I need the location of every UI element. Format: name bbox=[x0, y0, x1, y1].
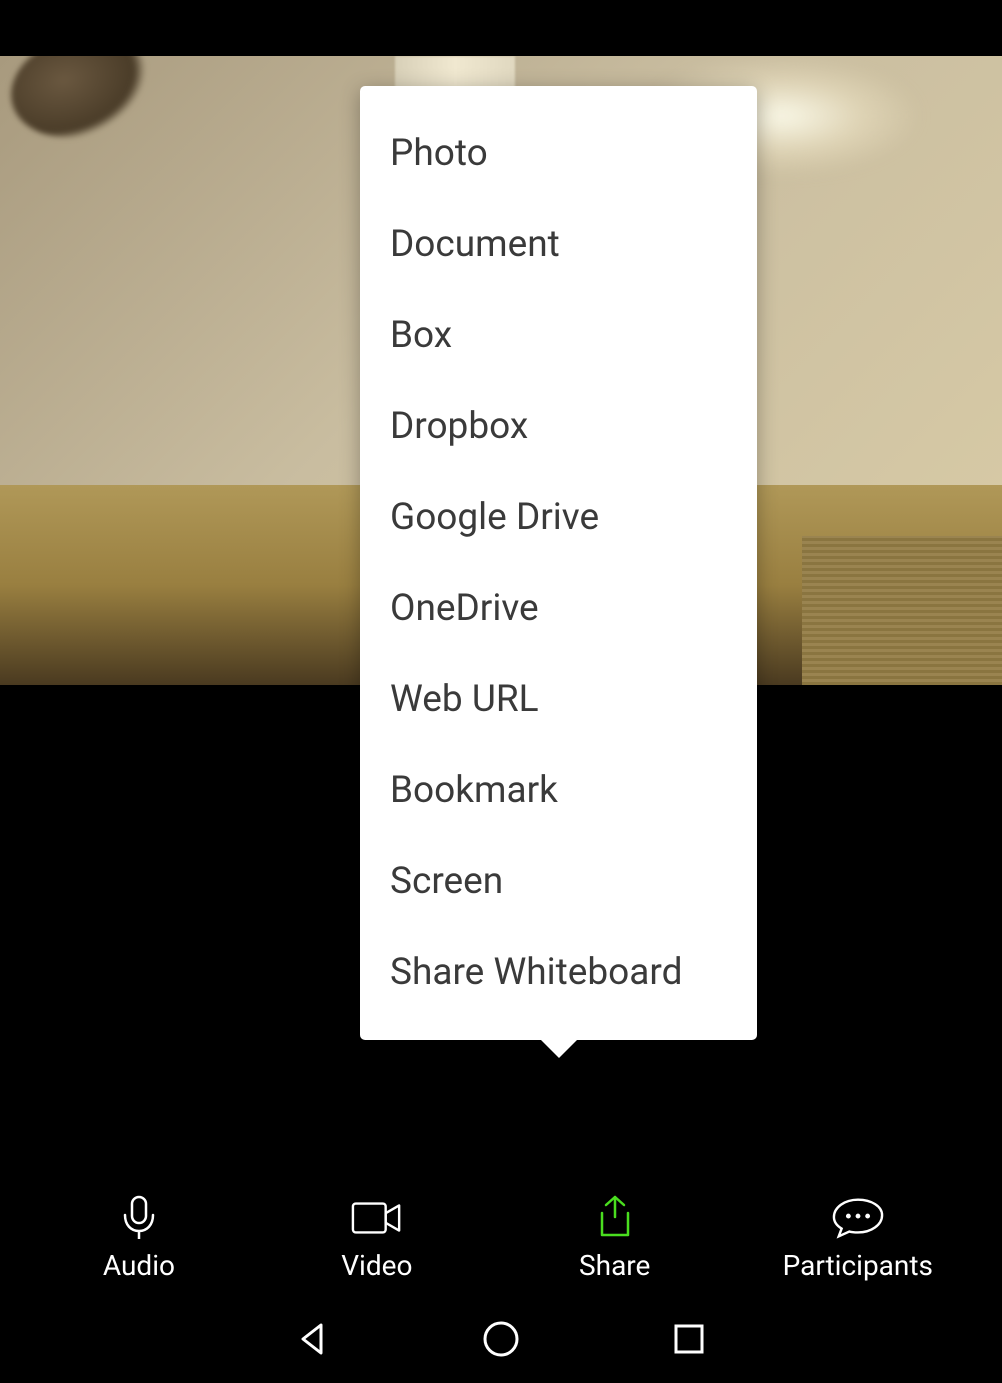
chat-bubble-icon bbox=[832, 1197, 884, 1239]
meeting-toolbar: Audio Video Share bbox=[0, 1184, 1002, 1294]
video-button[interactable]: Video bbox=[307, 1197, 447, 1282]
share-option-google-drive[interactable]: Google Drive bbox=[360, 472, 757, 563]
share-menu-popup: Photo Document Box Dropbox Google Drive … bbox=[360, 86, 757, 1040]
share-option-photo[interactable]: Photo bbox=[360, 108, 757, 199]
share-label: Share bbox=[579, 1249, 650, 1282]
participants-label: Participants bbox=[783, 1249, 933, 1282]
top-status-bar bbox=[0, 0, 1002, 56]
video-bg-blinds bbox=[802, 536, 1002, 685]
share-option-dropbox[interactable]: Dropbox bbox=[360, 381, 757, 472]
video-camera-icon bbox=[351, 1197, 403, 1239]
share-option-box[interactable]: Box bbox=[360, 290, 757, 381]
share-icon bbox=[589, 1197, 641, 1239]
share-option-document[interactable]: Document bbox=[360, 199, 757, 290]
video-label: Video bbox=[341, 1249, 412, 1282]
nav-recent-button[interactable] bbox=[665, 1315, 713, 1363]
nav-home-button[interactable] bbox=[477, 1315, 525, 1363]
share-option-bookmark[interactable]: Bookmark bbox=[360, 745, 757, 836]
share-option-screen[interactable]: Screen bbox=[360, 836, 757, 927]
share-option-web-url[interactable]: Web URL bbox=[360, 654, 757, 745]
share-option-whiteboard[interactable]: Share Whiteboard bbox=[360, 927, 757, 1018]
microphone-icon bbox=[113, 1197, 165, 1239]
participants-button[interactable]: Participants bbox=[783, 1197, 933, 1282]
share-option-onedrive[interactable]: OneDrive bbox=[360, 563, 757, 654]
system-nav-bar bbox=[0, 1294, 1002, 1383]
audio-label: Audio bbox=[103, 1249, 175, 1282]
share-button[interactable]: Share bbox=[545, 1197, 685, 1282]
nav-back-button[interactable] bbox=[289, 1315, 337, 1363]
audio-button[interactable]: Audio bbox=[69, 1197, 209, 1282]
